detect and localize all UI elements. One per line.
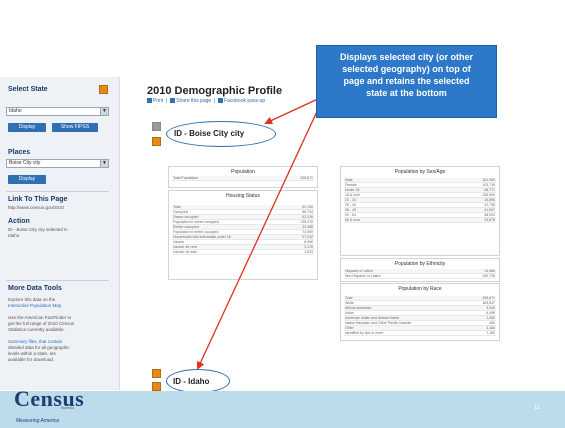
slide: Select State Idaho ▼ Display Show FIPSS … xyxy=(0,0,565,428)
logo-tagline: Measuring America xyxy=(16,418,59,424)
callout-line-3: page and retains the selected xyxy=(343,76,470,86)
arrow-to-bottom-geo xyxy=(196,104,321,370)
callout-line-1: Displays selected city (or other xyxy=(339,52,474,62)
slide-number: 11 xyxy=(534,405,541,411)
callout-box: Displays selected city (or other selecte… xyxy=(316,45,497,118)
logo-subtext: Bureau xyxy=(61,405,74,410)
callout-line-2: selected geography) on top of xyxy=(342,64,471,74)
callout-line-4: state at the bottom xyxy=(366,88,447,98)
footer-band xyxy=(0,391,565,428)
arrow-to-top-geo xyxy=(264,97,321,125)
